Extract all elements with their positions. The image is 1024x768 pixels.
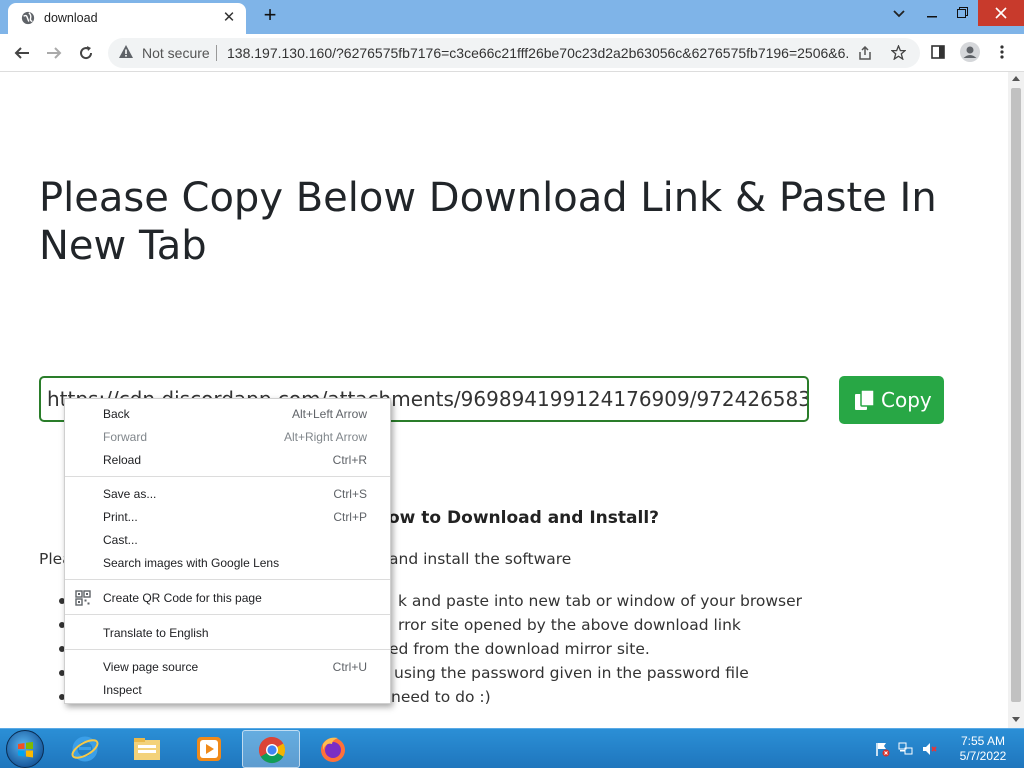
firefox-icon <box>321 737 345 762</box>
copy-button[interactable]: Copy <box>839 376 944 424</box>
system-clock[interactable]: 7:55 AM 5/7/2022 <box>952 734 1014 764</box>
clock-date: 5/7/2022 <box>959 749 1007 763</box>
menu-item-label: Translate to English <box>103 626 209 640</box>
menu-item-view-source[interactable]: View page source Ctrl+U <box>65 656 390 678</box>
scroll-up-icon[interactable] <box>1012 76 1020 81</box>
menu-separator <box>65 579 390 580</box>
menu-item-shortcut: Ctrl+P <box>333 510 367 524</box>
media-player-icon <box>197 737 221 761</box>
menu-item-label: Inspect <box>103 683 142 697</box>
tab-strip: download ✕ + <box>0 0 1024 34</box>
tab-search-chevron-icon[interactable] <box>884 0 914 26</box>
copy-button-label: Copy <box>881 388 932 412</box>
forward-arrow-icon[interactable] <box>41 40 67 66</box>
scroll-down-icon[interactable] <box>1012 717 1020 722</box>
network-icon[interactable] <box>898 741 914 757</box>
clock-time: 7:55 AM <box>960 734 1006 748</box>
scrollbar-thumb[interactable] <box>1011 88 1021 702</box>
menu-item-save-as[interactable]: Save as... Ctrl+S <box>65 483 390 505</box>
side-panel-icon[interactable] <box>926 40 950 64</box>
menu-item-reload[interactable]: Reload Ctrl+R <box>65 449 390 471</box>
profile-avatar-icon[interactable] <box>958 40 982 64</box>
menu-item-cast[interactable]: Cast... <box>65 529 390 551</box>
reload-icon[interactable] <box>73 40 99 66</box>
page-headline: Please Copy Below Download Link & Paste … <box>39 175 937 269</box>
menu-item-label: Reload <box>103 453 142 467</box>
menu-item-inspect[interactable]: Inspect <box>65 679 390 701</box>
file-explorer-icon <box>134 738 160 760</box>
url-text[interactable]: 138.197.130.160/?6276575fb7176=c3ce66c21… <box>227 45 849 61</box>
menu-item-label: Print... <box>103 510 138 524</box>
menu-item-label: Forward <box>103 430 148 444</box>
menu-item-google-lens[interactable]: Search images with Google Lens <box>65 552 390 574</box>
chrome-icon <box>258 736 286 764</box>
qr-code-icon <box>75 590 91 606</box>
menu-item-label: Create QR Code for this page <box>103 591 262 605</box>
browser-toolbar: Not secure 138.197.130.160/?6276575fb717… <box>0 34 1024 72</box>
menu-item-shortcut: Ctrl+S <box>333 487 367 501</box>
taskbar-app-file-explorer[interactable] <box>118 730 176 768</box>
vertical-scrollbar[interactable] <box>1008 72 1024 728</box>
start-button[interactable] <box>6 730 44 768</box>
windows-logo-icon <box>18 742 33 758</box>
omnibox-divider <box>216 45 217 61</box>
taskbar-app-media-player[interactable] <box>180 730 238 768</box>
internet-explorer-icon <box>71 736 99 762</box>
list-item-text: ed from the download mirror site. <box>389 640 650 658</box>
new-tab-button[interactable]: + <box>258 4 282 28</box>
tab-close-icon[interactable]: ✕ <box>220 9 238 27</box>
tab-download[interactable]: download ✕ <box>8 3 246 34</box>
warning-triangle-icon <box>119 45 133 58</box>
window-close-icon[interactable] <box>978 0 1024 26</box>
menu-item-label: Save as... <box>103 487 157 501</box>
menu-item-translate[interactable]: Translate to English <box>65 622 390 644</box>
menu-item-qr-code[interactable]: Create QR Code for this page <box>65 587 390 609</box>
menu-separator <box>65 476 390 477</box>
menu-item-label: Search images with Google Lens <box>103 556 280 570</box>
menu-separator <box>65 649 390 650</box>
security-status[interactable]: Not secure <box>142 45 210 61</box>
menu-item-shortcut: Alt+Right Arrow <box>283 430 367 444</box>
intro-text-right: and install the software <box>389 550 572 568</box>
globe-icon <box>21 11 35 25</box>
menu-item-label: Back <box>103 407 130 421</box>
list-item-text: k and paste into new tab or window of yo… <box>398 592 803 610</box>
list-item-text: need to do :) <box>391 688 491 706</box>
taskbar-app-chrome[interactable] <box>242 730 300 768</box>
minimize-icon[interactable] <box>918 0 946 26</box>
howto-heading: ow to Download and Install? <box>388 508 660 528</box>
menu-item-shortcut: Ctrl+R <box>332 453 367 467</box>
back-arrow-icon[interactable] <box>9 40 35 66</box>
list-item-text: using the password given in the password… <box>394 664 749 682</box>
menu-item-label: Cast... <box>103 533 138 547</box>
copy-icon <box>855 389 875 410</box>
menu-item-label: View page source <box>103 660 199 674</box>
action-center-flag-icon[interactable] <box>874 741 890 757</box>
taskbar-app-firefox[interactable] <box>304 730 362 768</box>
list-item-text: rror site opened by the above download l… <box>398 616 741 634</box>
menu-item-print[interactable]: Print... Ctrl+P <box>65 506 390 528</box>
menu-item-shortcut: Ctrl+U <box>332 660 367 674</box>
tab-title: download <box>44 11 98 25</box>
volume-muted-icon[interactable] <box>922 741 938 757</box>
restore-icon[interactable] <box>948 0 976 26</box>
menu-separator <box>65 614 390 615</box>
share-icon[interactable] <box>855 43 875 63</box>
menu-item-shortcut: Alt+Left Arrow <box>291 407 367 421</box>
taskbar: 7:55 AM 5/7/2022 <box>0 728 1024 768</box>
address-bar[interactable]: Not secure 138.197.130.160/?6276575fb717… <box>108 38 920 68</box>
context-menu: Back Alt+Left Arrow Forward Alt+Right Ar… <box>64 398 391 704</box>
more-vertical-icon[interactable] <box>990 40 1014 64</box>
menu-item-forward: Forward Alt+Right Arrow <box>65 426 390 448</box>
menu-item-back[interactable]: Back Alt+Left Arrow <box>65 403 390 425</box>
taskbar-app-internet-explorer[interactable] <box>56 730 114 768</box>
bookmark-star-icon[interactable] <box>888 43 908 63</box>
